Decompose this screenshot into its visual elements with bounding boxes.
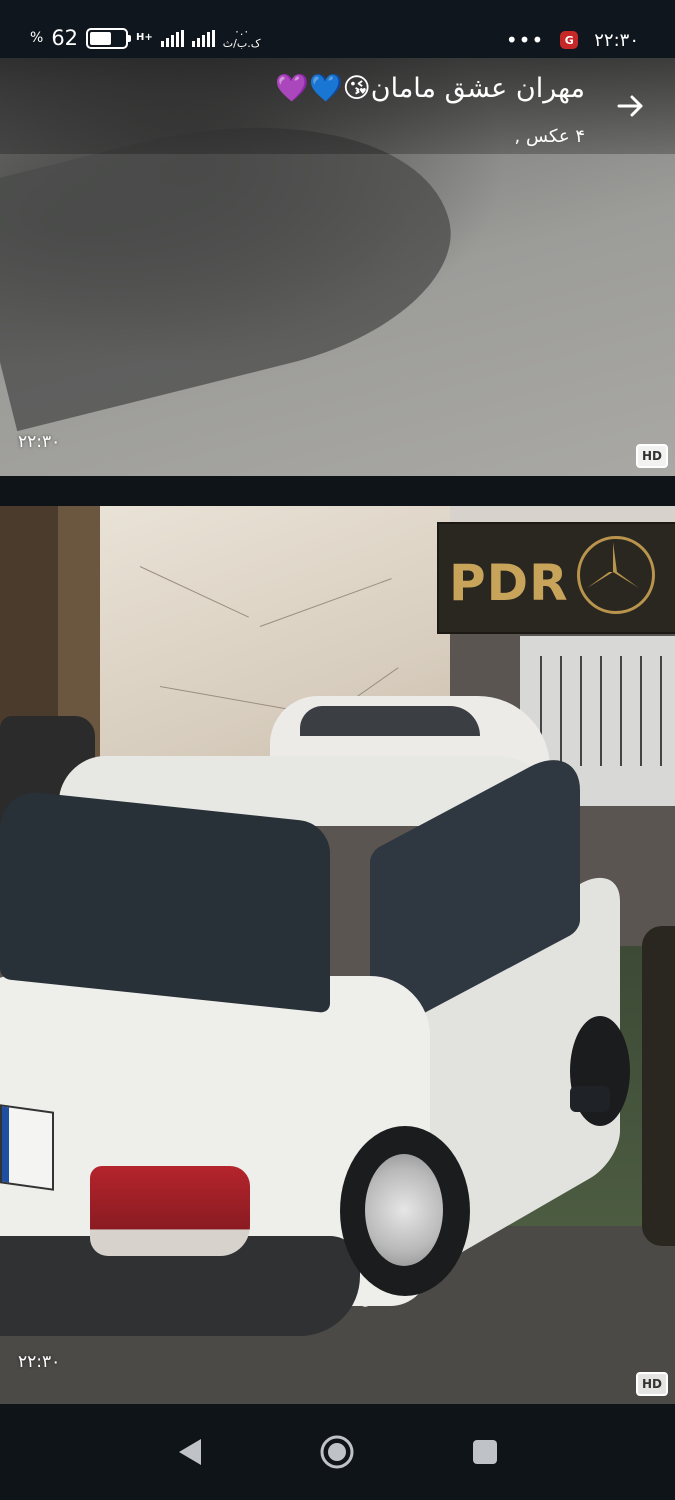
tire-stack [642, 926, 675, 1246]
navigation-bar [0, 1404, 675, 1500]
license-plate [0, 1104, 54, 1191]
more-notifications-icon: ••• [505, 28, 545, 52]
white-sedan [0, 740, 630, 1336]
signal-strength-icon [160, 29, 184, 47]
photo-separator [0, 476, 675, 506]
status-right-group: ••• G ۲۲:۳۰ [506, 28, 639, 52]
battery-percent: 62 [51, 26, 79, 50]
arrow-right-icon [617, 95, 643, 117]
nav-home-button[interactable] [287, 1404, 387, 1500]
status-left-group: % 62 H+ ۰.۰ ک.ب/ث [30, 26, 261, 51]
battery-percent-sign: % [30, 30, 44, 46]
app-notification-icon: G [560, 31, 579, 49]
pdr-sign-text: PDR [449, 554, 569, 612]
signal-strength-icon-2 [191, 29, 215, 47]
photo-2-timestamp: ۲۲:۳۰ [18, 1352, 61, 1372]
photo-2[interactable]: PDR ۲۲:۳۰ HD [0, 506, 675, 1404]
side-mirror [570, 1086, 610, 1112]
network-type-label: H+ [136, 32, 153, 43]
circle-home-icon [320, 1435, 354, 1469]
status-bar: % 62 H+ ۰.۰ ک.ب/ث ••• G ۲۲:۳۰ [0, 0, 675, 58]
battery-icon [86, 27, 132, 49]
pdr-signboard: PDR [437, 522, 675, 634]
contact-name: مهران عشق مامان😘💙💜 [275, 73, 585, 104]
car-taillight [90, 1166, 250, 1256]
triangle-back-icon [179, 1439, 201, 1465]
nav-recents-button[interactable] [435, 1404, 535, 1500]
car-rear-window [0, 788, 330, 1014]
star-logo-icon [577, 536, 655, 614]
photo-2-hd-badge: HD [636, 1372, 668, 1396]
clock: ۲۲:۳۰ [594, 29, 639, 51]
data-speed: ۰.۰ ک.ب/ث [223, 26, 261, 50]
forward-button[interactable] [609, 84, 653, 128]
data-speed-unit: ک.ب/ث [222, 37, 261, 50]
square-recents-icon [473, 1440, 497, 1464]
rear-wheel [340, 1126, 470, 1296]
photo-1-timestamp: ۲۲:۳۰ [18, 432, 61, 452]
nav-back-button[interactable] [140, 1404, 240, 1500]
photo-count: ۴ عکس , [514, 126, 585, 147]
photo-1-hd-badge: HD [636, 444, 668, 468]
